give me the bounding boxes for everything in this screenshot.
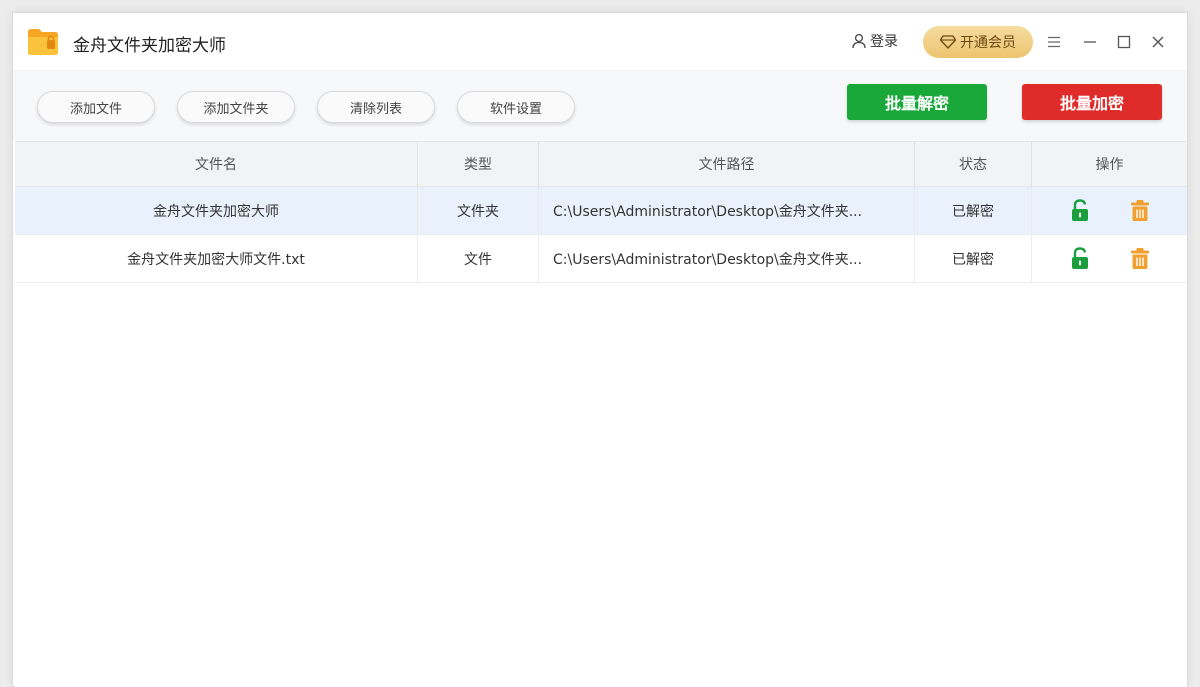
header-filename[interactable]: 文件名 bbox=[15, 142, 418, 186]
vip-label: 开通会员 bbox=[960, 35, 1016, 51]
table-row[interactable]: 金舟文件夹加密大师 文件夹 C:\Users\Administrator\Des… bbox=[15, 187, 1187, 235]
row-type: 文件 bbox=[418, 235, 539, 282]
vip-button[interactable]: 开通会员 bbox=[923, 26, 1033, 58]
maximize-icon[interactable] bbox=[1113, 31, 1135, 53]
clear-list-button[interactable]: 清除列表 bbox=[317, 91, 435, 123]
add-folder-button[interactable]: 添加文件夹 bbox=[177, 91, 295, 123]
menu-icon[interactable] bbox=[1043, 31, 1065, 53]
login-button[interactable]: 登录 bbox=[851, 31, 898, 51]
trash-icon[interactable] bbox=[1129, 199, 1151, 223]
minimize-icon[interactable] bbox=[1079, 31, 1101, 53]
toolbar: 添加文件 添加文件夹 清除列表 软件设置 批量解密 批量加密 bbox=[13, 71, 1187, 141]
file-table: 文件名 类型 文件路径 状态 操作 金舟文件夹加密大师 文件夹 C:\Users… bbox=[15, 141, 1187, 283]
header-path[interactable]: 文件路径 bbox=[539, 142, 915, 186]
login-label: 登录 bbox=[870, 34, 898, 50]
folder-logo-icon bbox=[28, 29, 58, 55]
row-status: 已解密 bbox=[915, 187, 1032, 234]
row-type: 文件夹 bbox=[418, 187, 539, 234]
trash-icon[interactable] bbox=[1129, 247, 1151, 271]
add-file-button[interactable]: 添加文件 bbox=[37, 91, 155, 123]
table-header: 文件名 类型 文件路径 状态 操作 bbox=[15, 141, 1187, 187]
row-filename: 金舟文件夹加密大师 bbox=[15, 187, 418, 234]
header-status[interactable]: 状态 bbox=[915, 142, 1032, 186]
row-actions bbox=[1032, 187, 1187, 234]
close-icon[interactable] bbox=[1147, 31, 1169, 53]
table-row[interactable]: 金舟文件夹加密大师文件.txt 文件 C:\Users\Administrato… bbox=[15, 235, 1187, 283]
row-actions bbox=[1032, 235, 1187, 282]
unlock-icon[interactable] bbox=[1069, 199, 1091, 223]
row-filename: 金舟文件夹加密大师文件.txt bbox=[15, 235, 418, 282]
header-actions: 操作 bbox=[1095, 157, 1124, 173]
file-list-empty-area[interactable] bbox=[15, 283, 1187, 687]
batch-encrypt-button[interactable]: 批量加密 bbox=[1022, 84, 1162, 120]
unlock-icon[interactable] bbox=[1069, 247, 1091, 271]
settings-button[interactable]: 软件设置 bbox=[457, 91, 575, 123]
header-type[interactable]: 类型 bbox=[418, 142, 539, 186]
row-path: C:\Users\Administrator\Desktop\金舟文件夹... bbox=[539, 187, 915, 234]
title-bar: 金舟文件夹加密大师 登录 开通会员 bbox=[13, 13, 1187, 71]
row-status: 已解密 bbox=[915, 235, 1032, 282]
user-icon bbox=[852, 33, 866, 49]
diamond-icon bbox=[940, 35, 956, 49]
batch-decrypt-button[interactable]: 批量解密 bbox=[847, 84, 987, 120]
row-path: C:\Users\Administrator\Desktop\金舟文件夹... bbox=[539, 235, 915, 282]
app-window: 金舟文件夹加密大师 登录 开通会员 添加文件 添加文件夹 清除列表 软件设置 批… bbox=[12, 12, 1188, 687]
app-title: 金舟文件夹加密大师 bbox=[73, 36, 226, 56]
